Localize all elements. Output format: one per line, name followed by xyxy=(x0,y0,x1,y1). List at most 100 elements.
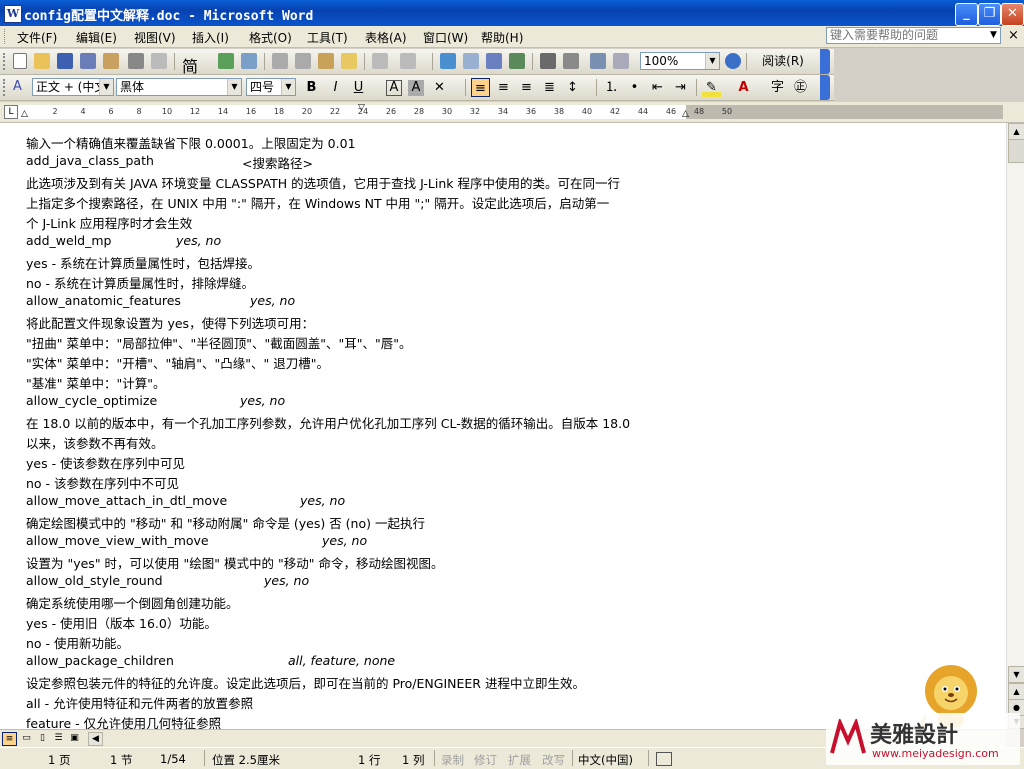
status-language[interactable]: 中文(中国) xyxy=(578,752,633,768)
scroll-down-icon[interactable]: ▼ xyxy=(1008,666,1024,683)
traditional-chinese-icon[interactable]: 简 xyxy=(182,53,198,76)
char-shading-icon[interactable]: A xyxy=(408,80,424,96)
tables-borders-icon[interactable] xyxy=(463,53,479,69)
new-document-icon[interactable] xyxy=(13,53,27,69)
hyperlink-icon[interactable] xyxy=(440,53,456,69)
zoom-dropdown-icon[interactable]: ▼ xyxy=(705,53,719,69)
bullets-button[interactable]: • xyxy=(625,78,644,97)
save-icon[interactable] xyxy=(57,53,73,69)
menu-insert[interactable]: 插入(I) xyxy=(192,29,229,46)
char-scale-icon[interactable]: ✕ xyxy=(430,78,449,97)
style-dropdown-icon[interactable]: ▼ xyxy=(99,79,113,95)
document-page[interactable]: 输入一个精确值来覆盖缺省下限 0.0001。上限固定为 0.01 add_jav… xyxy=(0,123,1006,729)
font-size-select[interactable]: 四号 ▼ xyxy=(246,78,296,96)
outline-view-icon[interactable]: ☰ xyxy=(52,732,65,744)
document-map-icon[interactable] xyxy=(590,53,606,69)
restore-button[interactable]: ❐ xyxy=(978,3,1001,26)
style-select[interactable]: 正文 + (中文 ▼ xyxy=(32,78,114,96)
horizontal-ruler[interactable]: 2 4 6 8 10 12 14 16 18 20 22 24 26 28 30… xyxy=(18,103,1003,119)
align-left-button[interactable]: ≡ xyxy=(471,78,490,97)
status-extend[interactable]: 扩展 xyxy=(508,752,531,768)
undo-icon[interactable] xyxy=(372,53,388,69)
status-track-changes[interactable]: 修订 xyxy=(474,752,497,768)
italic-button[interactable]: I xyxy=(326,78,345,97)
help-search-input[interactable] xyxy=(826,27,1001,44)
scroll-thumb[interactable] xyxy=(1008,139,1024,163)
font-dropdown-icon[interactable]: ▼ xyxy=(227,79,241,95)
format-toolbar-options-icon[interactable] xyxy=(820,75,830,100)
show-hide-icon[interactable] xyxy=(613,53,629,69)
menu-help[interactable]: 帮助(H) xyxy=(481,29,523,46)
line-spacing-button[interactable]: ↕ xyxy=(563,78,582,97)
format-painter-icon[interactable] xyxy=(341,53,357,69)
reading-view-icon[interactable]: ▣ xyxy=(68,732,81,744)
open-folder-icon[interactable] xyxy=(34,53,50,69)
vertical-scrollbar[interactable]: ▲ ▼ ▲ ● ▼ xyxy=(1006,123,1024,729)
previous-page-icon[interactable]: ▲ xyxy=(1008,683,1024,700)
menu-tools[interactable]: 工具(T) xyxy=(307,29,348,46)
doc-line: "实体" 菜单中："开槽"、"轴肩"、"凸缘"、" 退刀槽"。 xyxy=(26,356,329,371)
print-icon[interactable] xyxy=(128,53,144,69)
web-view-icon[interactable]: ▭ xyxy=(20,732,33,744)
paste-icon[interactable] xyxy=(318,53,334,69)
format-toolbar-grip[interactable] xyxy=(3,79,8,96)
permission-icon[interactable] xyxy=(80,53,96,69)
word-app-icon[interactable]: W xyxy=(4,5,22,23)
align-right-button[interactable]: ≡ xyxy=(517,78,536,97)
menu-table[interactable]: 表格(A) xyxy=(365,29,407,46)
document-close-button[interactable]: × xyxy=(1008,28,1019,43)
minimize-button[interactable]: _ xyxy=(955,3,978,26)
close-button[interactable]: ✕ xyxy=(1001,3,1024,26)
toolbar-options-icon[interactable] xyxy=(820,49,830,74)
distributed-align-button[interactable]: ≣ xyxy=(540,78,559,97)
font-color-button[interactable]: A xyxy=(734,78,753,97)
size-dropdown-icon[interactable]: ▼ xyxy=(281,79,295,95)
spelling-icon[interactable] xyxy=(218,53,234,69)
print-view-icon[interactable]: ▯ xyxy=(36,732,49,744)
enclose-char-icon[interactable]: ㊣ xyxy=(791,78,810,97)
help-icon[interactable] xyxy=(725,53,741,69)
menu-view[interactable]: 视图(V) xyxy=(134,29,176,46)
menu-window[interactable]: 窗口(W) xyxy=(423,29,468,46)
toolbar-grip[interactable] xyxy=(3,53,8,70)
insert-excel-icon[interactable] xyxy=(509,53,525,69)
phonetic-guide-icon[interactable]: 字 xyxy=(768,78,787,97)
insert-table-icon[interactable] xyxy=(486,53,502,69)
font-select[interactable]: 黑体 ▼ xyxy=(116,78,242,96)
help-dropdown-icon[interactable]: ▼ xyxy=(990,30,997,40)
menu-format[interactable]: 格式(O) xyxy=(249,29,292,46)
status-record[interactable]: 录制 xyxy=(441,752,464,768)
reading-layout-button[interactable]: 阅读(R) xyxy=(753,52,813,71)
first-line-indent-marker-icon[interactable]: ▽ xyxy=(358,103,365,113)
left-indent-marker-icon[interactable]: △ xyxy=(21,109,28,119)
numbering-button[interactable]: ⒈ xyxy=(602,78,621,97)
scroll-left-icon[interactable]: ◀ xyxy=(88,732,103,746)
underline-button[interactable]: U xyxy=(349,78,368,97)
decrease-indent-button[interactable]: ⇤ xyxy=(648,78,667,97)
menu-grip[interactable] xyxy=(4,29,8,44)
redo-icon[interactable] xyxy=(400,53,416,69)
email-icon[interactable] xyxy=(103,53,119,69)
bold-button[interactable]: B xyxy=(302,78,321,97)
doc-line: 将此配置文件现象设置为 yes，使得下列选项可用： xyxy=(26,316,315,331)
increase-indent-button[interactable]: ⇥ xyxy=(671,78,690,97)
spelling-status-icon[interactable] xyxy=(656,752,672,766)
tab-selector-icon[interactable]: L xyxy=(4,105,18,119)
align-center-button[interactable]: ≡ xyxy=(494,78,513,97)
right-indent-marker-icon[interactable]: △ xyxy=(682,109,689,119)
menu-edit[interactable]: 编辑(E) xyxy=(76,29,117,46)
zoom-select[interactable]: 100% ▼ xyxy=(640,52,720,70)
scroll-up-icon[interactable]: ▲ xyxy=(1008,123,1024,140)
status-overtype[interactable]: 改写 xyxy=(542,752,565,768)
drawing-icon[interactable] xyxy=(563,53,579,69)
cut-icon[interactable] xyxy=(272,53,288,69)
char-border-icon[interactable]: A xyxy=(386,80,402,96)
normal-view-icon[interactable]: ≡ xyxy=(2,732,17,746)
menu-file[interactable]: 文件(F) xyxy=(17,29,57,46)
research-icon[interactable] xyxy=(241,53,257,69)
columns-icon[interactable] xyxy=(540,53,556,69)
highlight-button[interactable]: ✎ xyxy=(702,78,721,97)
copy-icon[interactable] xyxy=(295,53,311,69)
print-preview-icon[interactable] xyxy=(151,53,167,69)
styles-formatting-icon[interactable]: A xyxy=(13,79,29,95)
